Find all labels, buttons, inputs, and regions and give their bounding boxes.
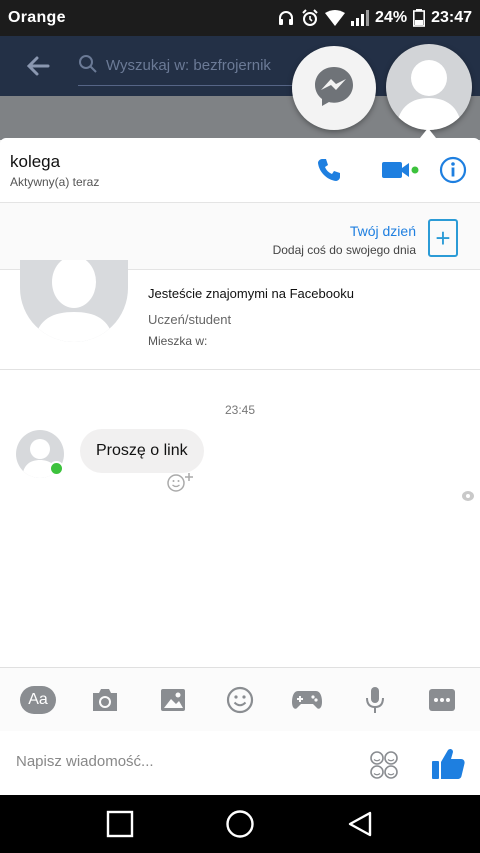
online-indicator: [49, 461, 64, 476]
text-style-button[interactable]: Aa: [18, 680, 58, 720]
recent-apps-icon[interactable]: [102, 806, 138, 842]
status-bar: Orange 24% 23:47: [0, 0, 480, 36]
default-avatar-icon: [34, 260, 114, 342]
chat-header: kolega Aktywny(a) teraz: [0, 138, 480, 202]
battery-percent: 24%: [375, 9, 408, 26]
add-reaction-icon[interactable]: [166, 472, 196, 492]
signal-icon: [351, 10, 370, 26]
video-call-icon[interactable]: [378, 153, 422, 187]
text-style-label: Aa: [20, 685, 56, 714]
gallery-icon[interactable]: [153, 680, 193, 720]
like-button-icon[interactable]: [430, 747, 466, 781]
camera-icon[interactable]: [85, 680, 125, 720]
carrier-name: Orange: [8, 9, 66, 26]
contact-status: Aktywny(a) teraz: [10, 175, 100, 189]
default-avatar-icon: [396, 60, 462, 130]
info-icon[interactable]: [436, 153, 470, 187]
home-icon[interactable]: [222, 806, 258, 842]
your-day-title: Twój dzień: [349, 223, 416, 239]
search-placeholder: Wyszukaj w: bezfrojernik: [106, 57, 271, 74]
occupation-info: Uczeń/student: [148, 312, 232, 327]
contact-chathead[interactable]: [386, 44, 472, 130]
message-timestamp: 23:45: [224, 403, 256, 417]
battery-icon: [413, 9, 426, 27]
headphones-icon: [277, 9, 295, 27]
messenger-chathead[interactable]: [292, 46, 376, 130]
sticker-icon[interactable]: [368, 749, 400, 781]
search-input[interactable]: Wyszukaj w: bezfrojernik: [78, 46, 318, 86]
clock-time: 23:47: [431, 9, 472, 26]
composer-toolbar: Aa: [0, 667, 480, 731]
divider: [0, 369, 480, 370]
your-day-subtitle: Dodaj coś do swojego dnia: [272, 243, 416, 257]
alarm-icon: [301, 9, 319, 27]
search-icon: [78, 54, 98, 78]
location-info: Mieszka w:: [148, 334, 208, 348]
message-input[interactable]: Napisz wiadomość...: [16, 753, 154, 770]
wifi-icon: [325, 10, 346, 26]
emoji-icon[interactable]: [220, 680, 260, 720]
friends-info: Jesteście znajomymi na Facebooku: [148, 286, 354, 301]
messenger-icon: [311, 63, 357, 114]
contact-name[interactable]: kolega: [10, 152, 60, 172]
back-arrow-icon[interactable]: [24, 52, 52, 80]
system-navigation-bar: [0, 795, 480, 853]
contact-profile-avatar[interactable]: [20, 260, 128, 342]
phone-call-icon[interactable]: [312, 153, 346, 187]
add-story-icon[interactable]: +: [428, 219, 458, 257]
gamepad-icon[interactable]: [287, 680, 327, 720]
microphone-icon[interactable]: [355, 680, 395, 720]
message-bubble[interactable]: Proszę o link: [80, 429, 204, 473]
seen-receipt-icon: [461, 489, 475, 501]
chathead-pointer: [420, 128, 436, 138]
message-thread[interactable]: Jesteście znajomymi na Facebooku Uczeń/s…: [0, 260, 480, 667]
back-triangle-icon[interactable]: [342, 806, 378, 842]
message-input-row: Napisz wiadomość...: [0, 731, 480, 795]
more-options-icon[interactable]: [422, 680, 462, 720]
